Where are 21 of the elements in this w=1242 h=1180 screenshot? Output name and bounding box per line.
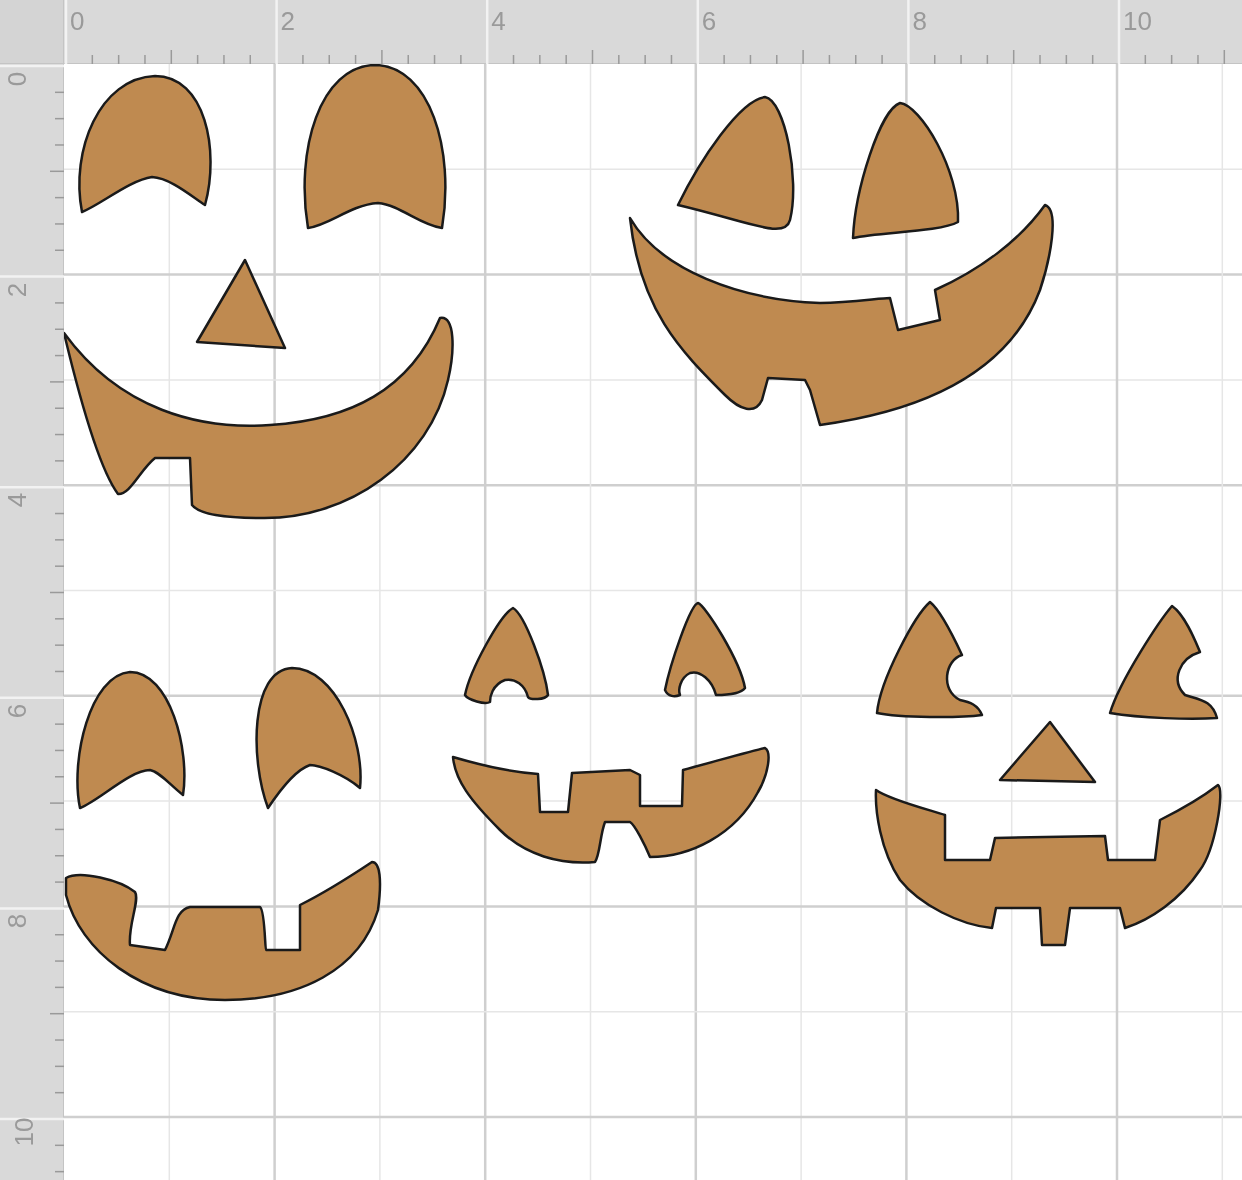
pumpkin-face-drawing[interactable] <box>451 601 770 864</box>
ruler-label: 4 <box>4 492 31 508</box>
ruler-label: 8 <box>4 914 31 929</box>
vertical-ruler[interactable]: 0 2 4 6 8 10 <box>0 64 64 1180</box>
pumpkin-face-drawing[interactable] <box>874 600 1222 947</box>
ruler-label: 6 <box>701 8 717 34</box>
ruler-label: 6 <box>4 703 31 719</box>
ruler-label: 2 <box>4 282 31 297</box>
ruler-corner <box>0 0 64 64</box>
ruler-label: 4 <box>491 8 506 34</box>
pumpkin-face-drawing[interactable] <box>64 666 382 1002</box>
pumpkin-face-drawing[interactable] <box>628 95 1054 427</box>
ruler-label: 8 <box>912 8 927 34</box>
ruler-label: 10 <box>1123 8 1152 34</box>
ruler-label: 0 <box>70 8 85 34</box>
ruler-label: 2 <box>280 8 296 34</box>
design-canvas[interactable] <box>64 64 1242 1180</box>
pumpkin-face-drawing[interactable] <box>64 64 454 520</box>
ruler-label: 0 <box>4 71 31 87</box>
horizontal-ruler[interactable]: 0 2 4 6 8 10 <box>64 0 1242 64</box>
ruler-label: 10 <box>11 1117 38 1147</box>
